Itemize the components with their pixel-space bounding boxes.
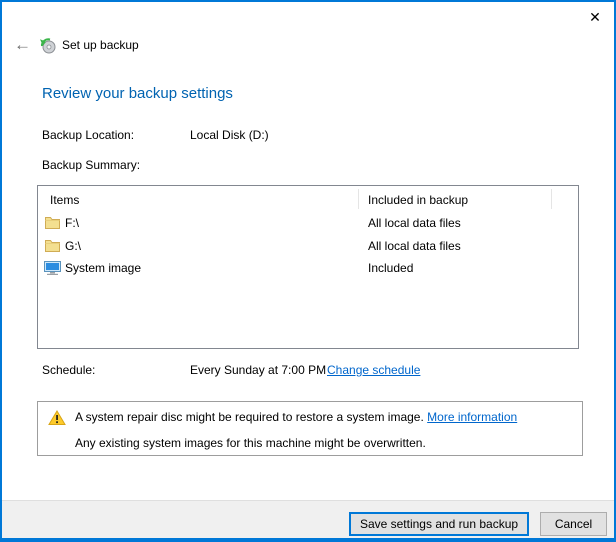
table-cell-item: G:\	[65, 239, 81, 253]
close-icon[interactable]: ✕	[584, 6, 606, 28]
table-header: Items Included in backup	[38, 186, 578, 212]
system-image-icon	[44, 260, 61, 276]
column-header-included[interactable]: Included in backup	[368, 193, 468, 207]
folder-icon	[44, 238, 61, 254]
table-row[interactable]: System image Included	[39, 257, 559, 279]
backup-summary-table: Items Included in backup F:\ All local d…	[37, 185, 579, 349]
schedule-label: Schedule:	[42, 363, 95, 377]
cancel-button[interactable]: Cancel	[540, 512, 607, 536]
backup-location-value: Local Disk (D:)	[190, 128, 269, 142]
column-header-items[interactable]: Items	[50, 193, 79, 207]
nav-bar: ← Set up backup	[2, 34, 614, 60]
schedule-value: Every Sunday at 7:00 PM	[190, 363, 326, 377]
column-divider	[358, 189, 359, 209]
column-divider	[551, 189, 552, 209]
backup-app-icon	[39, 37, 56, 54]
table-cell-item: System image	[65, 261, 141, 275]
table-cell-item: F:\	[65, 216, 79, 230]
folder-icon	[44, 215, 61, 231]
setup-backup-window: ✕ ← Set up backup Review your backup set…	[0, 0, 616, 542]
warning-text-line2: Any existing system images for this mach…	[75, 436, 426, 450]
warning-panel: A system repair disc might be required t…	[37, 401, 583, 456]
backup-location-label: Backup Location:	[42, 128, 134, 142]
page-title: Review your backup settings	[42, 85, 233, 102]
table-cell-included: All local data files	[368, 216, 461, 230]
warning-triangle-icon	[48, 410, 66, 426]
wizard-title: Set up backup	[62, 38, 139, 52]
table-cell-included: Included	[368, 261, 413, 275]
table-cell-included: All local data files	[368, 239, 461, 253]
warning-text-line1: A system repair disc might be required t…	[75, 410, 517, 424]
table-row[interactable]: F:\ All local data files	[39, 212, 559, 234]
back-icon[interactable]: ←	[14, 34, 31, 56]
warning-message: A system repair disc might be required t…	[75, 410, 424, 424]
change-schedule-link[interactable]: Change schedule	[327, 363, 420, 377]
backup-summary-label: Backup Summary:	[42, 158, 140, 172]
table-row[interactable]: G:\ All local data files	[39, 235, 559, 257]
save-settings-button[interactable]: Save settings and run backup	[349, 512, 529, 536]
button-bar: Save settings and run backup Cancel	[2, 500, 614, 540]
more-information-link[interactable]: More information	[427, 410, 517, 424]
